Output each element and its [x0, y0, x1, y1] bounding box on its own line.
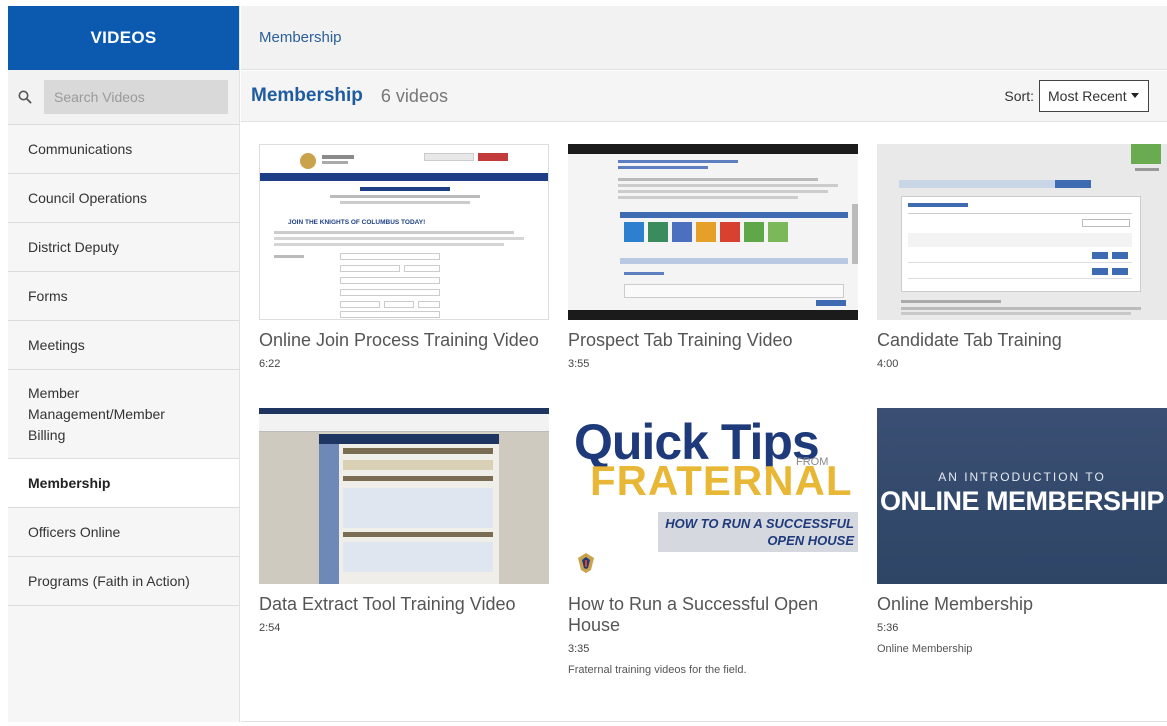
search-icon[interactable] — [18, 80, 44, 114]
video-description: Online Membership — [877, 643, 973, 655]
sidebar-item-forms[interactable]: Forms — [8, 272, 239, 321]
chevron-down-icon — [1131, 93, 1139, 98]
video-thumbnail[interactable]: AN INTRODUCTION TO ONLINE MEMBERSHIP — [877, 408, 1167, 584]
thumb-banner-line2: OPEN HOUSE — [767, 533, 854, 548]
thumb-fraternal: FRATERNAL — [590, 457, 853, 504]
sidebar-item-label: Member Management/Member Billing — [28, 384, 165, 443]
sidebar-item-district-deputy[interactable]: District Deputy — [8, 223, 239, 272]
video-title[interactable]: Data Extract Tool Training Video — [259, 594, 549, 615]
video-title[interactable]: Online Membership — [877, 594, 1167, 615]
video-title[interactable]: Prospect Tab Training Video — [568, 330, 858, 351]
sidebar-item-meetings[interactable]: Meetings — [8, 321, 239, 370]
video-card[interactable]: Quick Tips FROM FRATERNAL HOW TO RUN A S… — [568, 408, 858, 676]
search-input[interactable] — [44, 80, 228, 114]
breadcrumb-bar: Membership — [241, 6, 1167, 70]
sidebar: VIDEOS Communications Council Operations… — [8, 6, 240, 722]
search-bar — [8, 70, 239, 125]
category-list: Communications Council Operations Distri… — [8, 125, 239, 606]
thumb-heading: JOIN THE KNIGHTS OF COLUMBUS TODAY! — [288, 219, 426, 226]
sidebar-item-member-management[interactable]: Member Management/Member Billing — [8, 370, 239, 459]
sidebar-item-programs[interactable]: Programs (Faith in Action) — [8, 557, 239, 606]
page-title: Membership — [251, 85, 363, 106]
thumb-intro: AN INTRODUCTION TO — [938, 470, 1106, 484]
sidebar-item-officers-online[interactable]: Officers Online — [8, 508, 239, 557]
video-duration: 4:00 — [877, 358, 899, 370]
video-description: Fraternal training videos for the field. — [568, 664, 747, 676]
thumb-banner-line1: HOW TO RUN A SUCCESSFUL — [665, 516, 854, 531]
video-title[interactable]: How to Run a Successful Open House — [568, 594, 858, 636]
sort-label: Sort: — [1004, 88, 1034, 104]
video-card[interactable]: Prospect Tab Training Video 3:55 — [568, 144, 858, 370]
video-count: 6 videos — [380, 85, 448, 106]
video-thumbnail[interactable] — [877, 144, 1167, 320]
video-card[interactable]: JOIN THE KNIGHTS OF COLUMBUS TODAY! Onli… — [259, 144, 549, 370]
video-duration: 2:54 — [259, 622, 281, 634]
video-grid: JOIN THE KNIGHTS OF COLUMBUS TODAY! Onli… — [241, 122, 1167, 722]
sidebar-item-council-operations[interactable]: Council Operations — [8, 174, 239, 223]
video-card[interactable]: Candidate Tab Training 4:00 — [877, 144, 1167, 370]
video-thumbnail[interactable]: Quick Tips FROM FRATERNAL HOW TO RUN A S… — [568, 408, 858, 584]
thumb-online-membership: ONLINE MEMBERSHIP — [879, 486, 1165, 516]
video-duration: 6:22 — [259, 358, 281, 370]
video-thumbnail[interactable]: JOIN THE KNIGHTS OF COLUMBUS TODAY! — [259, 144, 549, 320]
sidebar-item-communications[interactable]: Communications — [8, 125, 239, 174]
category-header: Membership 6 videos Sort: Most Recent — [241, 71, 1167, 122]
video-title[interactable]: Candidate Tab Training — [877, 330, 1167, 351]
video-thumbnail[interactable] — [568, 144, 858, 320]
emblem-icon — [578, 553, 594, 573]
breadcrumb[interactable]: Membership — [259, 29, 342, 46]
logo-icon — [300, 153, 316, 169]
sidebar-item-membership[interactable]: Membership — [8, 459, 239, 508]
video-card[interactable]: AN INTRODUCTION TO ONLINE MEMBERSHIP Onl… — [877, 408, 1167, 655]
video-thumbnail[interactable] — [259, 408, 549, 584]
sort-value: Most Recent — [1048, 88, 1127, 104]
video-card[interactable]: Data Extract Tool Training Video 2:54 — [259, 408, 549, 634]
video-duration: 3:35 — [568, 643, 590, 655]
video-duration: 5:36 — [877, 622, 899, 634]
video-title[interactable]: Online Join Process Training Video — [259, 330, 549, 351]
sort-select[interactable]: Most Recent — [1039, 80, 1149, 112]
video-duration: 3:55 — [568, 358, 590, 370]
sidebar-title: VIDEOS — [8, 6, 239, 70]
